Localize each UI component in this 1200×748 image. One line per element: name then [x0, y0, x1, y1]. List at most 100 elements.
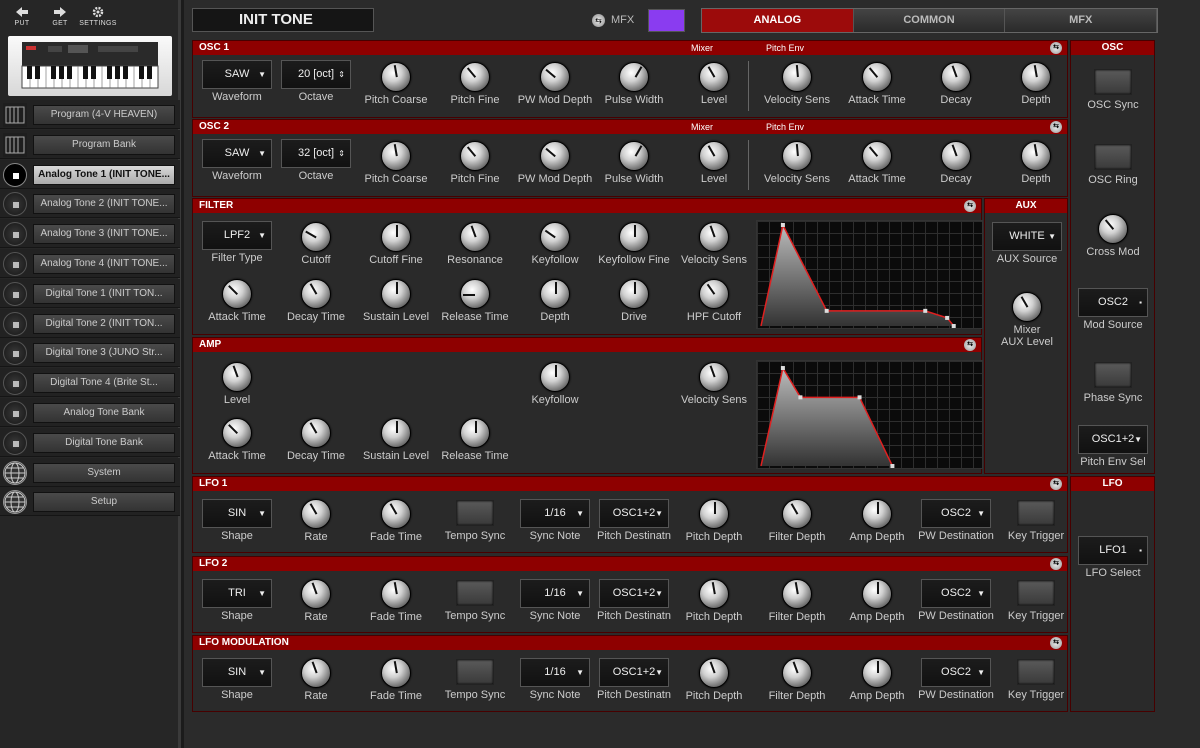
- lfo2-fade-time-knob[interactable]: [381, 579, 411, 609]
- filter-resonance-knob[interactable]: [460, 222, 490, 252]
- lfo1-fade-time-knob[interactable]: [381, 499, 411, 529]
- osc1-waveform-dropdown[interactable]: SAW ▼: [202, 60, 272, 89]
- lfomod-key-trigger-switch[interactable]: [1017, 659, 1055, 685]
- tone-name-display[interactable]: INIT TONE: [192, 8, 374, 32]
- sidebar-item-label[interactable]: Analog Tone 3 (INIT TONE...: [33, 224, 175, 245]
- lfo2-pitch-destinatn-dropdown[interactable]: OSC1+2 ▼: [599, 579, 669, 608]
- sidebar-item-label[interactable]: Digital Tone 2 (INIT TON...: [33, 313, 175, 334]
- lfo1-shape-dropdown[interactable]: SIN ▼: [202, 499, 272, 528]
- lfomod-filter-depth-knob[interactable]: [782, 658, 812, 688]
- osc2-pulse-width-knob[interactable]: [619, 141, 649, 171]
- osc-ring-switch[interactable]: [1094, 144, 1132, 170]
- filter-cutoff-fine-knob[interactable]: [381, 222, 411, 252]
- filter-drive-2-knob[interactable]: [619, 279, 649, 309]
- collapse-icon[interactable]: ⇆: [964, 200, 976, 212]
- lfo2-rate-knob[interactable]: [301, 579, 331, 609]
- collapse-icon[interactable]: ⇆: [1050, 558, 1062, 570]
- sidebar-item-label[interactable]: Digital Tone Bank: [33, 432, 175, 453]
- lfo1-pitch-depth-knob[interactable]: [699, 499, 729, 529]
- sidebar-item-label[interactable]: Program Bank: [33, 134, 175, 155]
- amp-envelope-graph[interactable]: [756, 360, 983, 469]
- amp-release-time-knob[interactable]: [460, 418, 490, 448]
- sidebar-item-label[interactable]: Setup: [33, 492, 175, 513]
- lfomod-pitch-destinatn-dropdown[interactable]: OSC1+2 ▼: [599, 658, 669, 687]
- osc2-pitch-coarse-knob[interactable]: [381, 141, 411, 171]
- lfo2-pw-destination-dropdown[interactable]: OSC2 ▼: [921, 579, 991, 608]
- filter-keyfollow-fine-knob[interactable]: [619, 222, 649, 252]
- sidebar-item[interactable]: Analog Tone 4 (INIT TONE...: [0, 249, 180, 278]
- filter-env-handle[interactable]: [923, 308, 928, 313]
- filter-keyfollow-knob[interactable]: [540, 222, 570, 252]
- sidebar-item[interactable]: Analog Tone 2 (INIT TONE...: [0, 189, 180, 219]
- collapse-icon[interactable]: ⇆: [964, 339, 976, 351]
- lfo1-filter-depth-knob[interactable]: [782, 499, 812, 529]
- collapse-icon[interactable]: ⇆: [1050, 478, 1062, 490]
- lfo1-tempo-sync-switch[interactable]: [456, 500, 494, 526]
- lfo1-key-trigger-switch[interactable]: [1017, 500, 1055, 526]
- lfomod-pitch-depth-knob[interactable]: [699, 658, 729, 688]
- tab-common[interactable]: COMMON: [853, 9, 1006, 32]
- sidebar-item[interactable]: Digital Tone 1 (INIT TON...: [0, 278, 180, 308]
- mfx-switch[interactable]: [648, 9, 685, 32]
- sidebar-item[interactable]: Analog Tone 1 (INIT TONE...: [0, 159, 180, 189]
- lfo2-tempo-sync-switch[interactable]: [456, 580, 494, 606]
- amp-env-handle[interactable]: [857, 395, 862, 400]
- cross-mod-knob[interactable]: [1098, 214, 1128, 244]
- filter-release-time-2-knob[interactable]: [460, 279, 490, 309]
- get-button[interactable]: GET: [40, 4, 80, 27]
- sidebar-item[interactable]: Digital Tone Bank: [0, 427, 180, 457]
- osc2-depth-knob[interactable]: [1021, 141, 1051, 171]
- filter-env-handle[interactable]: [951, 324, 956, 328]
- sidebar-item-label[interactable]: Analog Tone 2 (INIT TONE...: [33, 194, 175, 215]
- sidebar-item-label[interactable]: Analog Tone Bank: [33, 403, 175, 423]
- sidebar-item-label[interactable]: Analog Tone 4 (INIT TONE...: [33, 254, 175, 274]
- sidebar-item-label[interactable]: Analog Tone 1 (INIT TONE...: [33, 164, 175, 185]
- lfo1-pw-destination-dropdown[interactable]: OSC2 ▼: [921, 499, 991, 528]
- osc1-level-knob[interactable]: [699, 62, 729, 92]
- osc2-pw-mod-depth-knob[interactable]: [540, 141, 570, 171]
- sidebar-item-label[interactable]: System: [33, 462, 175, 483]
- lfomod-shape-dropdown[interactable]: SIN ▼: [202, 658, 272, 687]
- sidebar-item[interactable]: Program Bank: [0, 129, 180, 159]
- lfomod-sync-note-dropdown[interactable]: 1/16 ▼: [520, 658, 590, 687]
- osc2-attack-time-knob[interactable]: [862, 141, 892, 171]
- sidebar-item-label[interactable]: Digital Tone 1 (INIT TON...: [33, 283, 175, 304]
- filter-sustain-level-2-knob[interactable]: [381, 279, 411, 309]
- lfo2-key-trigger-switch[interactable]: [1017, 580, 1055, 606]
- sidebar-item[interactable]: Digital Tone 4 (Brite St...: [0, 368, 180, 398]
- osc2-waveform-dropdown[interactable]: SAW ▼: [202, 139, 272, 168]
- lfomod-tempo-sync-switch[interactable]: [456, 659, 494, 685]
- mod-source-select[interactable]: OSC2 ▪: [1078, 288, 1148, 317]
- lfo1-sync-note-dropdown[interactable]: 1/16 ▼: [520, 499, 590, 528]
- osc1-pulse-width-knob[interactable]: [619, 62, 649, 92]
- osc-sync-switch[interactable]: [1094, 69, 1132, 95]
- lfo2-amp-depth-knob[interactable]: [862, 579, 892, 609]
- osc2-level-knob[interactable]: [699, 141, 729, 171]
- filter-decay-time-2-knob[interactable]: [301, 279, 331, 309]
- lfo2-filter-depth-knob[interactable]: [782, 579, 812, 609]
- pitch-env-sel-dropdown[interactable]: OSC1+2 ▼: [1078, 425, 1148, 454]
- tab-mfx[interactable]: MFX: [1005, 9, 1158, 32]
- osc1-pitch-coarse-knob[interactable]: [381, 62, 411, 92]
- amp-env-handle[interactable]: [890, 464, 895, 468]
- mfx-toggle-icon[interactable]: ⇆: [592, 14, 605, 27]
- phase-sync-switch[interactable]: [1094, 362, 1132, 388]
- amp-level-knob[interactable]: [222, 362, 252, 392]
- sidebar-item[interactable]: Digital Tone 2 (INIT TON...: [0, 308, 180, 338]
- osc1-octave-stepper[interactable]: 20 [oct] ⇕: [281, 60, 351, 89]
- settings-button[interactable]: SETTINGS: [78, 4, 118, 27]
- collapse-icon[interactable]: ⇆: [1050, 121, 1062, 133]
- osc1-pw-mod-depth-knob[interactable]: [540, 62, 570, 92]
- sidebar-item-label[interactable]: Digital Tone 4 (Brite St...: [33, 373, 175, 394]
- lfomod-amp-depth-knob[interactable]: [862, 658, 892, 688]
- collapse-icon[interactable]: ⇆: [1050, 637, 1062, 649]
- amp-decay-time-knob[interactable]: [301, 418, 331, 448]
- filter-env-handle[interactable]: [780, 223, 785, 227]
- filter-env-handle[interactable]: [824, 308, 829, 313]
- sidebar-item[interactable]: System: [0, 457, 180, 487]
- lfo1-amp-depth-knob[interactable]: [862, 499, 892, 529]
- lfomod-pw-destination-dropdown[interactable]: OSC2 ▼: [921, 658, 991, 687]
- lfo2-pitch-depth-knob[interactable]: [699, 579, 729, 609]
- collapse-icon[interactable]: ⇆: [1050, 42, 1062, 54]
- lfo1-rate-knob[interactable]: [301, 499, 331, 529]
